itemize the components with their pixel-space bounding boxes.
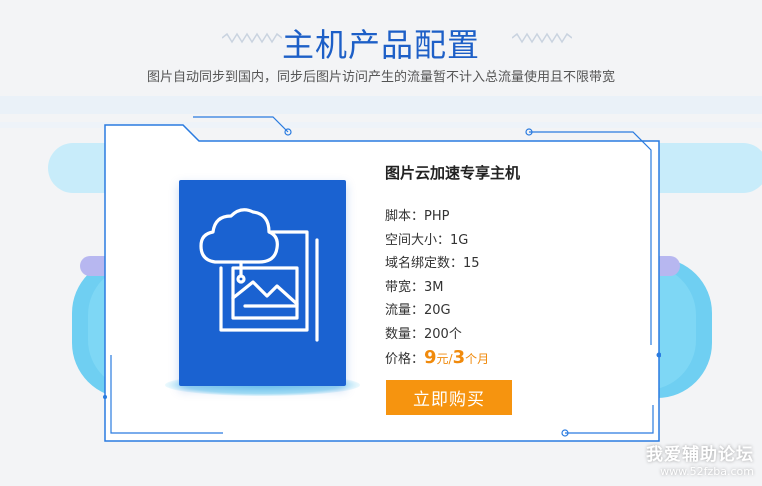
- spec-quantity: 数量：200个: [385, 326, 462, 342]
- left-zigzag-icon: [222, 32, 282, 44]
- page-subtitle: 图片自动同步到国内，同步后图片访问产生的流量暂不计入总流量使用且不限带宽: [146, 70, 615, 85]
- price-amount: 9: [424, 347, 437, 368]
- spec-domain-count: 域名绑定数：15: [385, 256, 480, 271]
- page-title: 主机产品配置: [281, 26, 480, 64]
- product-name: 图片云加速专享主机: [385, 164, 521, 182]
- watermark: 我爱辅助论坛 www.52fzba.com: [646, 440, 754, 478]
- price-label: 价格：: [385, 352, 425, 367]
- watermark-text: 我爱辅助论坛: [646, 445, 754, 465]
- price-unit: 元/: [436, 352, 453, 366]
- right-zigzag-icon: [512, 32, 572, 44]
- price-period-amount: 3: [452, 347, 466, 368]
- buy-now-button[interactable]: 立即购买: [386, 380, 512, 415]
- price-period-unit: 个月: [465, 352, 490, 366]
- spec-traffic: 流量：20G: [385, 303, 451, 318]
- spec-space-size: 空间大小：1G: [385, 232, 469, 248]
- spec-bandwidth: 带宽：3M: [385, 279, 444, 295]
- price-row: 价格：9元/3个月: [385, 346, 520, 372]
- watermark-url: www.52fzba.com: [660, 465, 754, 478]
- cloud-photo-icon: [199, 208, 319, 342]
- product-info: 图片云加速专享主机 脚本：PHP 空间大小：1G 域名绑定数：15 带宽：3M …: [385, 162, 520, 372]
- product-image: [179, 180, 346, 386]
- spec-script: 脚本：PHP: [385, 209, 450, 224]
